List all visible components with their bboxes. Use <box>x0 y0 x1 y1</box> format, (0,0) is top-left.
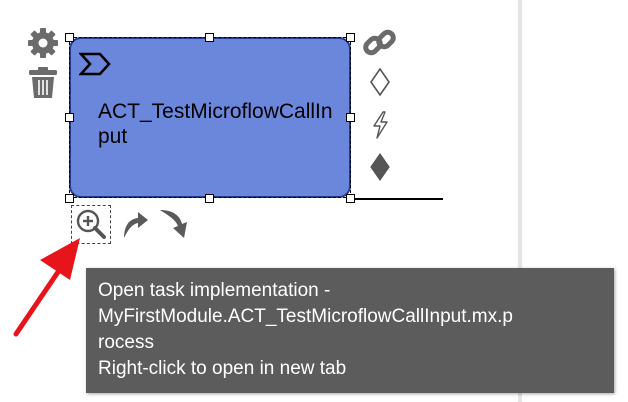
tooltip-line-2: MyFirstModule.ACT_TestMicroflowCallInput… <box>98 306 513 327</box>
task-activity[interactable]: ACT_TestMicroflowCallInput <box>69 37 351 198</box>
zoom-in-icon <box>76 209 106 239</box>
curved-arrow-up-icon[interactable] <box>119 206 151 238</box>
tooltip-line-4: Right-click to open in new tab <box>98 358 347 379</box>
resize-handle-s[interactable] <box>205 194 214 203</box>
lightning-icon[interactable] <box>368 109 400 141</box>
resize-handle-ne[interactable] <box>346 33 355 42</box>
trash-icon[interactable] <box>27 66 59 98</box>
sequence-flow-line[interactable] <box>352 198 443 200</box>
tooltip: Open task implementation - MyFirstModule… <box>86 268 614 393</box>
gear-icon[interactable] <box>27 27 59 59</box>
zoom-in-button[interactable] <box>71 205 111 244</box>
hollow-diamond-icon[interactable] <box>368 66 400 98</box>
tooltip-line-3: rocess <box>98 332 154 353</box>
resize-handle-sw[interactable] <box>65 194 74 203</box>
filled-diamond-icon[interactable] <box>368 151 400 183</box>
resize-handle-nw[interactable] <box>65 33 74 42</box>
curved-arrow-down-icon[interactable] <box>158 206 190 238</box>
call-activity-chevron-icon <box>78 52 111 81</box>
link-icon[interactable] <box>362 25 396 57</box>
resize-handle-n[interactable] <box>205 33 214 42</box>
tooltip-line-1: Open task implementation - <box>98 280 331 301</box>
task-label: ACT_TestMicroflowCallInput <box>98 100 333 148</box>
resize-handle-se[interactable] <box>346 194 355 203</box>
resize-handle-e[interactable] <box>346 113 355 122</box>
resize-handle-w[interactable] <box>65 113 74 122</box>
diagram-canvas[interactable]: ACT_TestMicroflowCallInput Open task imp… <box>0 0 628 402</box>
